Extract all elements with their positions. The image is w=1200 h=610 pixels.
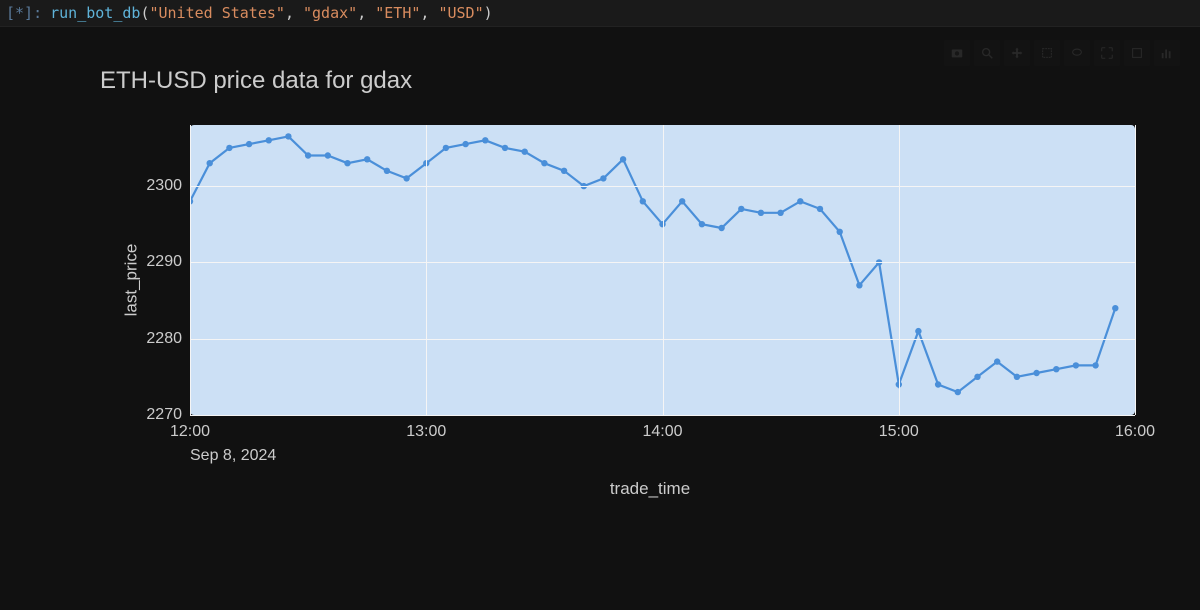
x-tick-label: 16:00 xyxy=(1115,423,1155,441)
x-tick-label: 12:00 xyxy=(170,423,210,441)
x-tick-label: 13:00 xyxy=(406,423,446,441)
plot-wrapper: last_price 2270228022902300 xyxy=(130,125,1170,415)
gridline-v xyxy=(1135,125,1136,415)
code-arg: "gdax" xyxy=(303,4,357,22)
y-tick-label: 2270 xyxy=(146,406,182,424)
x-tick-label: 15:00 xyxy=(879,423,919,441)
code-arg: "United States" xyxy=(149,4,284,22)
x-axis: Sep 8, 2024 12:0013:0014:0015:0016:00 xyxy=(190,415,1135,475)
x-tick-label: 14:00 xyxy=(642,423,682,441)
gridline-v xyxy=(663,125,664,415)
gridline-v xyxy=(190,125,191,415)
x-axis-date: Sep 8, 2024 xyxy=(190,447,276,465)
y-tick-label: 2300 xyxy=(146,177,182,195)
code-arg: "ETH" xyxy=(375,4,420,22)
plot-area[interactable] xyxy=(190,125,1135,415)
cell-prompt: [*]: xyxy=(0,4,50,22)
code-line[interactable]: run_bot_db("United States", "gdax", "ETH… xyxy=(50,4,493,22)
code-arg: "USD" xyxy=(438,4,483,22)
code-function: run_bot_db xyxy=(50,4,140,22)
y-tick-label: 2280 xyxy=(146,330,182,348)
y-axis-label: last_price xyxy=(121,244,141,317)
chart-title: ETH-USD price data for gdax xyxy=(100,67,1170,95)
gridline-v xyxy=(899,125,900,415)
y-tick-label: 2290 xyxy=(146,253,182,271)
x-axis-label: trade_time xyxy=(130,479,1170,499)
gridline-v xyxy=(426,125,427,415)
chart-container: ETH-USD price data for gdax last_price 2… xyxy=(0,27,1200,509)
y-axis: last_price 2270228022902300 xyxy=(130,125,190,415)
code-cell: [*]: run_bot_db("United States", "gdax",… xyxy=(0,0,1200,27)
